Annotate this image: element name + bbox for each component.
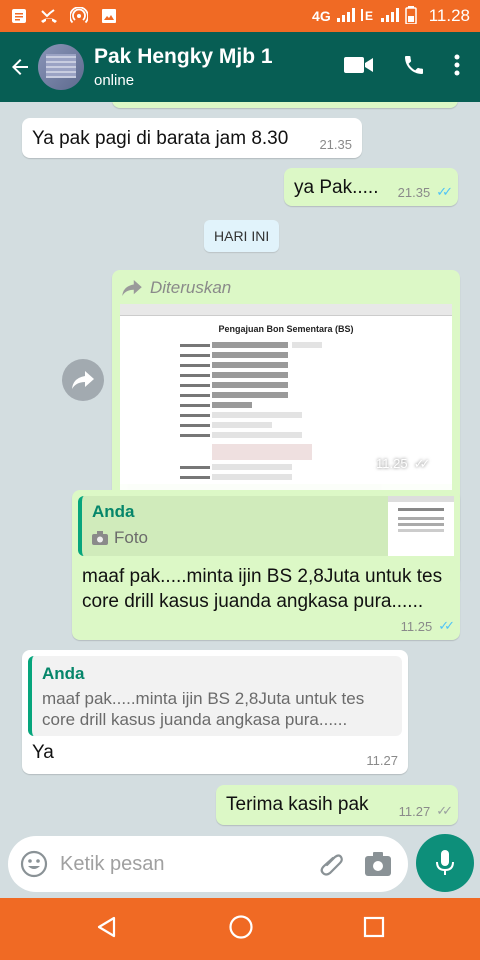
read-ticks-icon: ✓✓ xyxy=(413,456,431,471)
avatar[interactable] xyxy=(38,44,84,90)
circle-home-icon xyxy=(229,914,253,939)
message-time: 11.25 xyxy=(400,618,433,634)
quoted-message[interactable]: Anda Foto xyxy=(78,496,454,556)
message-bubble-reply-incoming[interactable]: Anda maaf pak.....minta ijin BS 2,8Juta … xyxy=(22,650,408,774)
data-indicator-icon: E xyxy=(360,7,375,26)
voice-call-button[interactable] xyxy=(402,53,426,82)
clock: 11.28 xyxy=(428,6,470,25)
message-text: Ya xyxy=(32,742,54,763)
chat-area[interactable]: Ya pak pagi di barata jam 8.30 21.35 ya … xyxy=(0,102,480,834)
message-time: 21.35 xyxy=(319,137,352,152)
signal-2-icon xyxy=(380,7,399,25)
camera-icon xyxy=(92,531,108,545)
signal-icon xyxy=(336,7,355,25)
triangle-back-icon xyxy=(97,916,115,937)
quote-author: Anda xyxy=(92,502,135,521)
microphone-icon xyxy=(436,850,454,875)
image-notification-icon xyxy=(100,7,118,25)
message-text: ya Pak..... xyxy=(294,177,379,198)
forward-button[interactable] xyxy=(62,359,104,401)
contact-name: Pak Hengky Mjb 1 xyxy=(94,45,273,68)
nav-recents-button[interactable] xyxy=(363,916,385,943)
more-vert-icon xyxy=(454,54,460,75)
video-camera-icon xyxy=(344,56,373,73)
message-bubble-reply-outgoing[interactable]: Anda Foto maaf pak.....minta ijin BS 2,8… xyxy=(72,490,460,640)
voice-record-button[interactable] xyxy=(416,834,474,892)
message-time: 11.27 xyxy=(398,803,431,819)
message-time: 11.25 xyxy=(376,456,408,471)
composer: Ketik pesan xyxy=(0,834,480,898)
quote-text: maaf pak.....minta ijin BS 2,8Juta untuk… xyxy=(42,689,365,729)
nav-back-button[interactable] xyxy=(95,915,119,944)
document-title: Pengajuan Bon Sementara (BS) xyxy=(218,324,354,334)
read-ticks-icon: ✓✓ xyxy=(436,184,453,199)
message-notification-icon xyxy=(10,7,28,25)
phone-icon xyxy=(405,55,423,74)
nav-home-button[interactable] xyxy=(228,914,254,945)
message-text: maaf pak.....minta ijin BS 2,8Juta untuk… xyxy=(82,566,443,612)
forward-icon xyxy=(72,371,94,389)
chat-header: Pak Hengky Mjb 1 online xyxy=(0,32,480,102)
navigation-bar xyxy=(0,898,480,960)
read-ticks-icon: ✓✓ xyxy=(438,618,455,633)
emoji-icon xyxy=(20,850,48,878)
date-divider: HARI INI xyxy=(204,220,280,252)
network-type: 4G xyxy=(312,8,331,24)
forwarded-label: Diteruskan xyxy=(150,278,232,297)
message-bubble-incoming[interactable]: Ya pak pagi di barata jam 8.30 21.35 xyxy=(22,118,362,158)
quote-author: Anda xyxy=(42,664,85,683)
missed-call-icon xyxy=(40,7,58,25)
video-call-button[interactable] xyxy=(344,54,374,81)
message-placeholder: Ketik pesan xyxy=(60,852,165,875)
svg-text:E: E xyxy=(365,9,373,23)
menu-button[interactable] xyxy=(454,54,460,81)
back-button[interactable] xyxy=(2,32,38,102)
message-time: 11.27 xyxy=(366,753,398,768)
quoted-message[interactable]: Anda maaf pak.....minta ijin BS 2,8Juta … xyxy=(28,656,402,736)
message-time: 21.35 xyxy=(397,184,431,200)
camera-icon xyxy=(365,852,391,876)
message-text: Ya pak pagi di barata jam 8.30 xyxy=(32,128,289,149)
message-text: Terima kasih pak xyxy=(226,794,369,815)
message-bubble-partial[interactable] xyxy=(112,102,458,108)
back-arrow-icon xyxy=(12,59,28,75)
square-recents-icon xyxy=(364,916,385,937)
status-bar: 4G E 11.28 xyxy=(0,0,480,32)
battery-icon xyxy=(404,5,417,27)
paperclip-icon xyxy=(320,854,343,876)
forwarded-icon xyxy=(122,280,142,296)
delivered-ticks-icon: ✓✓ xyxy=(436,803,453,818)
hotspot-icon xyxy=(70,7,88,25)
attach-button[interactable] xyxy=(318,850,346,878)
contact-info[interactable]: Pak Hengky Mjb 1 online xyxy=(94,45,273,89)
message-bubble-outgoing[interactable]: Terima kasih pak 11.27 ✓✓ xyxy=(216,785,458,825)
message-input[interactable]: Ketik pesan xyxy=(8,836,408,892)
camera-button[interactable] xyxy=(364,851,392,877)
contact-status: online xyxy=(94,72,135,89)
quote-thumbnail xyxy=(388,496,454,556)
message-bubble-outgoing[interactable]: ya Pak..... 21.35 ✓✓ xyxy=(284,168,458,206)
quote-type: Foto xyxy=(114,528,149,547)
emoji-button[interactable] xyxy=(20,850,48,878)
